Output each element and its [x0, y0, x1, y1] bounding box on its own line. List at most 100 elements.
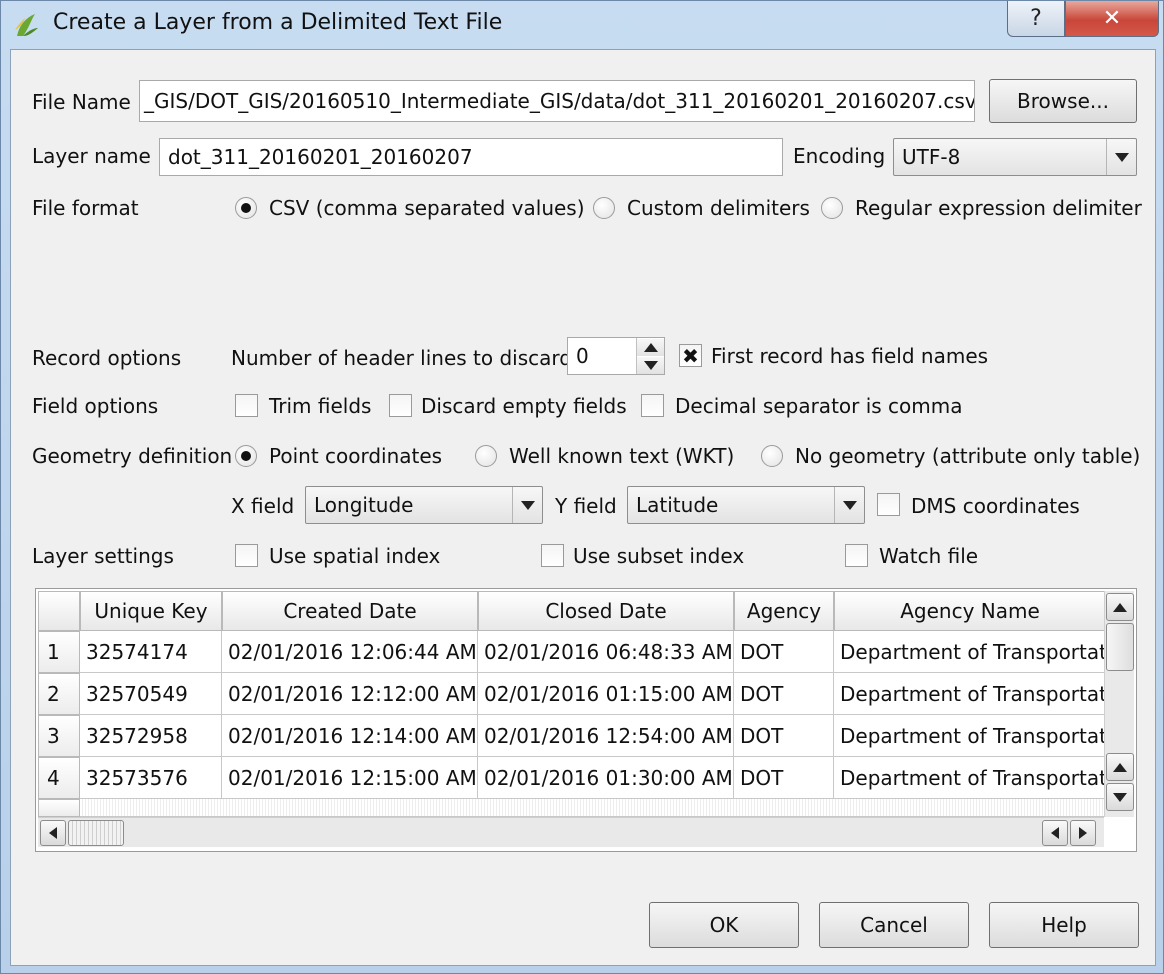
dms-coordinates-checkbox[interactable]: [877, 493, 900, 516]
csv-radio[interactable]: [235, 197, 257, 219]
wkt-radio[interactable]: [475, 445, 497, 467]
watch-file-checkbox[interactable]: [845, 544, 868, 567]
subset-index-checkbox[interactable]: [541, 544, 564, 567]
vertical-scrollbar[interactable]: [1104, 591, 1134, 817]
x-field-value: Longitude: [314, 493, 414, 517]
cancel-button[interactable]: Cancel: [819, 902, 969, 948]
regex-delimiter-label: Regular expression delimiter: [855, 196, 1142, 220]
chevron-down-icon[interactable]: [834, 487, 864, 523]
title-close-button[interactable]: ✕: [1065, 1, 1159, 37]
first-record-label: First record has field names: [711, 344, 989, 368]
dms-coordinates-label: DMS coordinates: [911, 494, 1080, 518]
header-lines-label: Number of header lines to discard: [231, 346, 572, 370]
row-header[interactable]: 2: [38, 673, 80, 715]
table-cell[interactable]: DOT: [734, 757, 834, 799]
custom-delimiters-radio[interactable]: [593, 197, 615, 219]
decimal-comma-label: Decimal separator is comma: [675, 394, 963, 418]
table-cell[interactable]: 32573576: [80, 757, 222, 799]
subset-index-label: Use subset index: [573, 544, 745, 568]
horizontal-scroll-thumb[interactable]: [68, 820, 124, 846]
regex-delimiter-radio[interactable]: [821, 197, 843, 219]
qgis-app-icon: [15, 14, 38, 36]
dialog-body: File Name _GIS/DOT_GIS/20160510_Intermed…: [10, 49, 1156, 966]
point-coordinates-radio[interactable]: [235, 445, 257, 467]
trim-fields-label: Trim fields: [269, 394, 372, 418]
file-name-input[interactable]: _GIS/DOT_GIS/20160510_Intermediate_GIS/d…: [139, 80, 975, 122]
help-button[interactable]: Help: [989, 902, 1139, 948]
x-field-select[interactable]: Longitude: [305, 486, 543, 524]
wkt-label: Well known text (WKT): [509, 444, 735, 468]
horizontal-scrollbar[interactable]: [38, 817, 1104, 847]
scroll-up-icon[interactable]: [1106, 753, 1134, 781]
layer-settings-label: Layer settings: [32, 544, 174, 568]
first-record-checkbox[interactable]: ✖: [679, 344, 702, 367]
table-cell[interactable]: 02/01/2016 12:54:00 AM: [478, 715, 734, 757]
custom-delimiters-label: Custom delimiters: [627, 196, 810, 220]
column-header-agency-name[interactable]: Agency Name: [834, 591, 1106, 631]
row-header[interactable]: 1: [38, 631, 80, 673]
corner-header[interactable]: [38, 591, 80, 631]
table-cell[interactable]: Department of Transportati: [834, 757, 1106, 799]
record-options-label: Record options: [32, 346, 182, 370]
table-cell[interactable]: 02/01/2016 12:12:00 AM: [222, 673, 478, 715]
column-header-created-date[interactable]: Created Date: [222, 591, 478, 631]
x-field-label: X field: [231, 494, 295, 518]
scroll-left-icon[interactable]: [40, 820, 66, 846]
y-field-select[interactable]: Latitude: [627, 486, 865, 524]
table-cell[interactable]: 02/01/2016 06:48:33 AM: [478, 631, 734, 673]
table-cell[interactable]: Department of Transportati: [834, 715, 1106, 757]
table-cell[interactable]: 02/01/2016 12:14:00 AM: [222, 715, 478, 757]
spatial-index-checkbox[interactable]: [235, 544, 258, 567]
table-cell[interactable]: 32572958: [80, 715, 222, 757]
title-help-button[interactable]: ?: [1007, 1, 1065, 37]
table-cell[interactable]: 02/01/2016 01:15:00 AM: [478, 673, 734, 715]
table-cell[interactable]: DOT: [734, 631, 834, 673]
sample-data-table[interactable]: Unique Key Created Date Closed Date Agen…: [35, 588, 1137, 852]
chevron-down-icon[interactable]: [512, 487, 542, 523]
table-cell[interactable]: DOT: [734, 673, 834, 715]
row-header[interactable]: 4: [38, 757, 80, 799]
scroll-right-icon[interactable]: [1070, 820, 1096, 846]
encoding-select[interactable]: UTF-8: [893, 138, 1137, 176]
spatial-index-label: Use spatial index: [269, 544, 441, 568]
column-header-unique-key[interactable]: Unique Key: [80, 591, 222, 631]
window-title: Create a Layer from a Delimited Text Fil…: [53, 10, 503, 35]
table-cell[interactable]: DOT: [734, 715, 834, 757]
column-header-agency[interactable]: Agency: [734, 591, 834, 631]
table-cell[interactable]: 02/01/2016 12:15:00 AM: [222, 757, 478, 799]
title-bar[interactable]: Create a Layer from a Delimited Text Fil…: [1, 1, 1164, 49]
table-row-partial[interactable]: [80, 799, 1106, 817]
spin-up-icon[interactable]: [637, 339, 664, 356]
scroll-down-icon[interactable]: [1106, 783, 1134, 811]
table-cell[interactable]: 32570549: [80, 673, 222, 715]
dialog-window: Create a Layer from a Delimited Text Fil…: [0, 0, 1164, 974]
spin-down-icon[interactable]: [637, 357, 664, 374]
column-header-closed-date[interactable]: Closed Date: [478, 591, 734, 631]
chevron-down-icon[interactable]: [1106, 139, 1136, 175]
browse-button[interactable]: Browse...: [989, 79, 1137, 123]
layer-name-input[interactable]: dot_311_20160201_20160207: [159, 138, 783, 176]
point-coordinates-label: Point coordinates: [269, 444, 443, 468]
scroll-up-icon[interactable]: [1106, 593, 1134, 621]
decimal-comma-checkbox[interactable]: [641, 394, 664, 417]
encoding-value: UTF-8: [902, 145, 961, 169]
table-cell[interactable]: Department of Transportati: [834, 673, 1106, 715]
checkmark-x-icon: ✖: [682, 343, 699, 368]
geometry-definition-label: Geometry definition: [32, 444, 233, 468]
table-cell[interactable]: 32574174: [80, 631, 222, 673]
ok-button[interactable]: OK: [649, 902, 799, 948]
y-field-label: Y field: [555, 494, 617, 518]
discard-empty-checkbox[interactable]: [389, 394, 412, 417]
csv-radio-label: CSV (comma separated values): [269, 196, 585, 220]
header-lines-spinbox[interactable]: 0: [567, 337, 665, 375]
no-geometry-radio[interactable]: [761, 445, 783, 467]
table-cell[interactable]: 02/01/2016 01:30:00 AM: [478, 757, 734, 799]
row-header-partial[interactable]: [38, 799, 80, 817]
trim-fields-checkbox[interactable]: [235, 394, 258, 417]
y-field-value: Latitude: [636, 493, 719, 517]
row-header[interactable]: 3: [38, 715, 80, 757]
vertical-scroll-thumb[interactable]: [1106, 623, 1134, 671]
table-cell[interactable]: Department of Transportati: [834, 631, 1106, 673]
table-cell[interactable]: 02/01/2016 12:06:44 AM: [222, 631, 478, 673]
scroll-left-icon[interactable]: [1042, 820, 1068, 846]
